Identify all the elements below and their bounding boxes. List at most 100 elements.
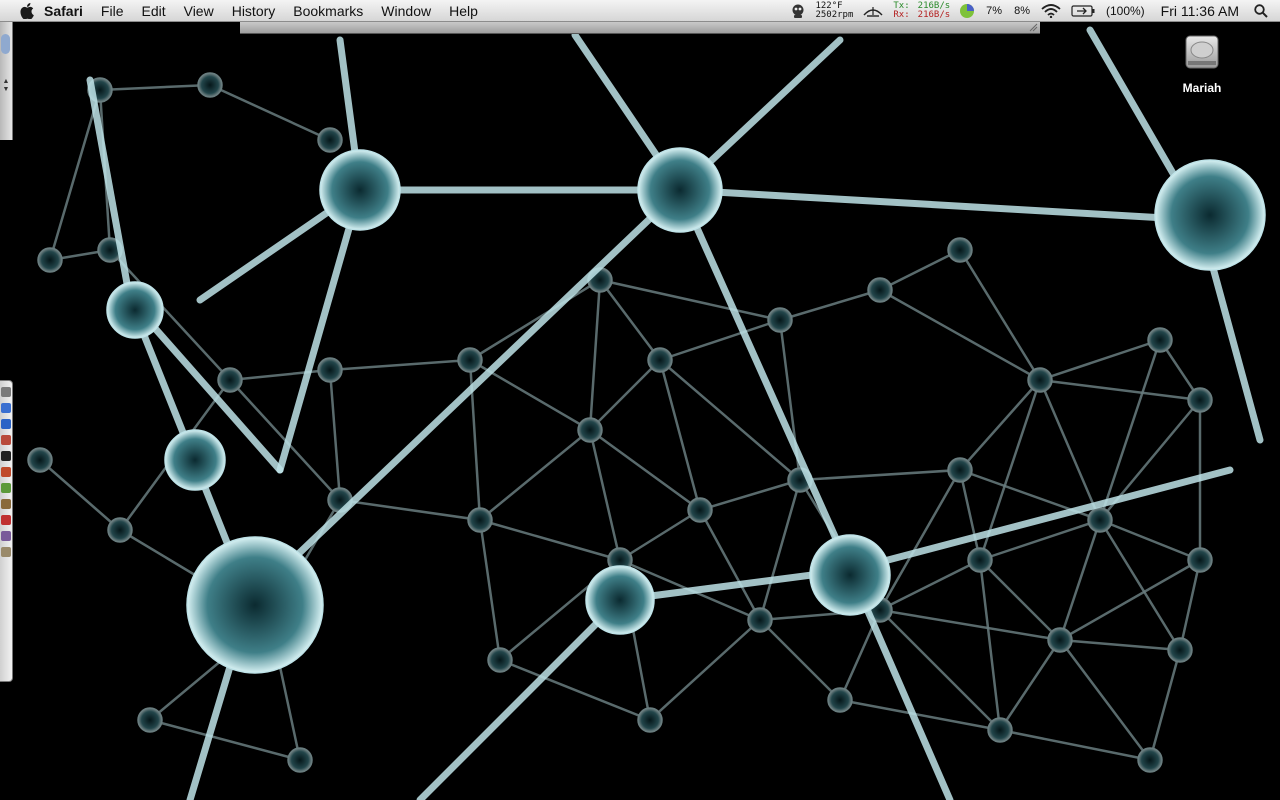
neuron-fiber	[878, 248, 962, 292]
safari-window-edge[interactable]	[240, 22, 1040, 34]
neuron-node	[287, 747, 313, 773]
neuron-fiber	[998, 728, 1152, 762]
neuron-axon	[276, 186, 364, 474]
menu-edit[interactable]: Edit	[132, 0, 174, 22]
neuron-fiber	[658, 318, 782, 362]
cpu1-usage[interactable]: 7%	[980, 5, 1008, 17]
neuron-node	[1187, 547, 1213, 573]
menu-history[interactable]: History	[223, 0, 285, 22]
neuron-fiber	[478, 518, 502, 662]
background-window-edge[interactable]: ▲ ▼	[0, 22, 13, 140]
neuron-fiber	[1098, 518, 1202, 562]
dock-app-icon[interactable]	[1, 451, 11, 461]
neuron-node	[687, 497, 713, 523]
neuron-soma	[164, 429, 226, 491]
neuron-node	[317, 357, 343, 383]
neuron-fiber	[1098, 518, 1182, 652]
dock-app-icon[interactable]	[1, 403, 11, 413]
dock-app-icon[interactable]	[1, 499, 11, 509]
menu-app-safari[interactable]: Safari	[38, 0, 92, 22]
neuron-fiber	[1148, 648, 1182, 762]
neuron-node	[637, 707, 663, 733]
battery-icon[interactable]	[1066, 0, 1100, 22]
neuron-node	[867, 277, 893, 303]
neuron-soma	[319, 149, 401, 231]
neuron-soma	[186, 536, 324, 674]
monitor-robot-icon[interactable]	[785, 0, 811, 22]
neuron-fiber	[1058, 558, 1202, 642]
neuron-node	[217, 367, 243, 393]
neuron-fiber	[498, 658, 652, 722]
neuron-node	[767, 307, 793, 333]
cpu2-usage[interactable]: 8%	[1008, 5, 1036, 17]
neuron-axon	[416, 596, 624, 800]
neuron-node	[747, 607, 773, 633]
desktop-drive[interactable]: Mariah	[1170, 30, 1234, 95]
neuron-fiber	[648, 618, 762, 722]
neuron-fiber	[1038, 378, 1202, 402]
menu-help[interactable]: Help	[440, 0, 487, 22]
dock[interactable]	[0, 380, 13, 682]
wifi-icon[interactable]	[1036, 0, 1066, 22]
dock-app-icon[interactable]	[1, 531, 11, 541]
apple-menu-icon[interactable]	[16, 0, 38, 22]
neuron-fiber	[758, 478, 802, 622]
dock-app-icon[interactable]	[1, 435, 11, 445]
neuron-soma	[585, 565, 655, 635]
neuron-fiber	[148, 718, 302, 762]
neuron-fiber	[778, 288, 882, 322]
neuron-fiber	[208, 83, 332, 142]
dock-app-icon[interactable]	[1, 483, 11, 493]
spotlight-search-icon[interactable]	[1249, 0, 1280, 22]
network-values[interactable]: 216B/s 216B/s	[914, 0, 955, 22]
dock-app-icon[interactable]	[1, 387, 11, 397]
neuron-fiber	[798, 468, 962, 482]
neuron-node	[1167, 637, 1193, 663]
neuron-node	[987, 717, 1013, 743]
neuron-node	[27, 447, 53, 473]
scroll-arrows-icon[interactable]: ▲ ▼	[1, 78, 11, 94]
neuron-node	[947, 457, 973, 483]
neuron-node	[577, 417, 603, 443]
neuron-node	[1047, 627, 1073, 653]
neuron-fiber	[1178, 558, 1202, 652]
dock-app-icon[interactable]	[1, 467, 11, 477]
neuron-node	[1187, 387, 1213, 413]
neuron-node	[317, 127, 343, 153]
neuron-fiber	[698, 478, 802, 512]
dock-app-icon[interactable]	[1, 547, 11, 557]
drive-label: Mariah	[1182, 81, 1222, 95]
neuron-node	[947, 237, 973, 263]
neuron-fiber	[38, 458, 122, 532]
hard-drive-icon	[1185, 35, 1219, 69]
battery-percent[interactable]: (100%)	[1100, 4, 1151, 18]
neuron-node	[827, 687, 853, 713]
neuron-node	[457, 347, 483, 373]
neuron-fiber	[1058, 638, 1152, 762]
dock-app-icon[interactable]	[1, 515, 11, 525]
fan-icon[interactable]	[857, 0, 889, 22]
temp-fan-readout[interactable]: 122°F 2502rpm	[811, 0, 857, 22]
cpu-pie-icon[interactable]	[954, 0, 980, 22]
desktop-wallpaper	[27, 26, 1266, 800]
neuron-soma	[809, 534, 891, 616]
neuron-fiber	[478, 428, 592, 522]
neuron-fiber	[958, 468, 982, 562]
menu-bookmarks[interactable]: Bookmarks	[284, 0, 372, 22]
neuron-fiber	[468, 278, 602, 362]
scrollbar-thumb[interactable]	[1, 34, 10, 54]
neuron-fiber	[328, 368, 342, 502]
dock-app-icon[interactable]	[1, 419, 11, 429]
neuron-node	[107, 517, 133, 543]
neuron-fiber	[958, 248, 1042, 382]
neuron-axon	[86, 76, 134, 304]
neuron-node	[487, 647, 513, 673]
menu-file[interactable]: File	[92, 0, 133, 22]
neuron-fiber	[478, 518, 622, 562]
neuron-node	[197, 72, 223, 98]
menu-view[interactable]: View	[175, 0, 223, 22]
resize-grip-icon[interactable]	[1029, 23, 1038, 32]
neuron-fiber	[588, 278, 602, 432]
menubar-clock[interactable]: Fri 11:36 AM	[1151, 3, 1249, 19]
menu-window[interactable]: Window	[372, 0, 440, 22]
